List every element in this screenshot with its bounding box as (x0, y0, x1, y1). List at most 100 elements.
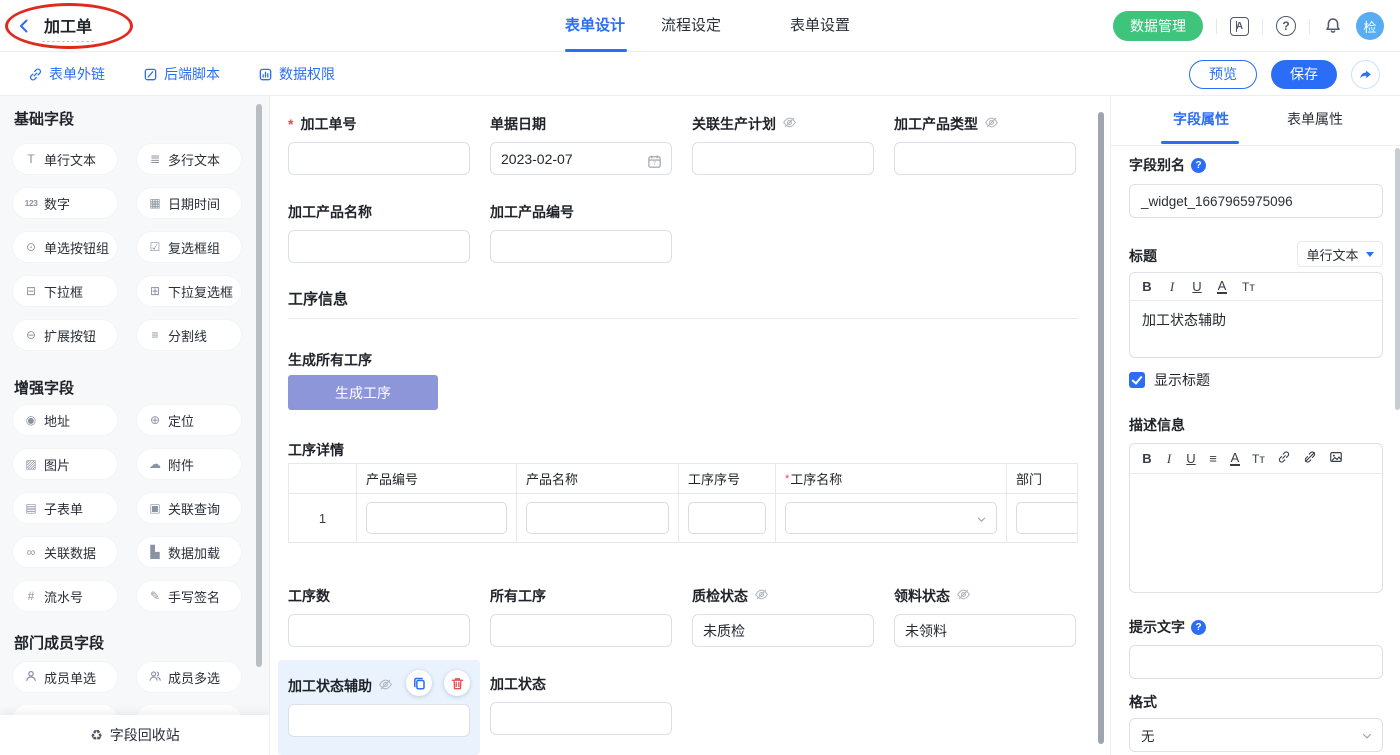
checked-checkbox-icon[interactable] (1129, 372, 1145, 388)
field-linked-data[interactable]: ∞关联数据 (13, 537, 117, 567)
field-widget-process-count[interactable]: 工序数 (288, 586, 470, 647)
process-count-input[interactable] (288, 614, 470, 647)
all-processes-input[interactable] (490, 614, 672, 647)
field-radio-group[interactable]: ⊙单选按钮组 (13, 232, 117, 262)
italic-icon[interactable]: I (1167, 279, 1177, 295)
user-avatar[interactable]: 检 (1356, 12, 1384, 40)
alias-input[interactable]: _widget_1667965975096 (1129, 184, 1383, 218)
field-signature[interactable]: ✎手写签名 (137, 581, 241, 611)
font-size-icon[interactable]: Tт (1242, 280, 1255, 294)
field-serial-number[interactable]: #流水号 (13, 581, 117, 611)
save-button[interactable]: 保存 (1271, 60, 1337, 89)
show-title-option[interactable]: 显示标题 (1129, 370, 1210, 390)
copy-field-button[interactable] (406, 670, 432, 696)
field-divider[interactable]: ≡分割线 (137, 320, 241, 350)
doc-date-input[interactable]: 2023-02-07 7 (490, 142, 672, 175)
cell-product-name-input[interactable] (526, 502, 669, 534)
product-name-input[interactable] (288, 230, 470, 263)
field-attachment[interactable]: ☁附件 (137, 449, 241, 479)
data-manage-button[interactable]: 数据管理 (1113, 11, 1203, 41)
notification-bell-icon[interactable] (1323, 16, 1343, 36)
data-permission-link[interactable]: 数据权限 (258, 64, 335, 84)
field-widget-material-status[interactable]: 领料状态 未领料 (894, 586, 1076, 647)
field-image[interactable]: ▨图片 (13, 449, 117, 479)
cell-process-seq-input[interactable] (688, 502, 766, 534)
italic-icon[interactable]: I (1164, 451, 1174, 467)
underline-icon[interactable]: U (1192, 279, 1202, 294)
field-multi-line-text[interactable]: ≣多行文本 (137, 144, 241, 174)
field-widget-product-no[interactable]: 加工产品编号 (490, 202, 672, 263)
field-widget-qc-status[interactable]: 质检状态 未质检 (692, 586, 874, 647)
tab-form-setting[interactable]: 表单设置 (790, 0, 850, 52)
field-checkbox-group[interactable]: ☑复选框组 (137, 232, 241, 262)
selected-field-widget[interactable]: 加工状态辅助 (278, 660, 480, 755)
cell-department-input[interactable] (1016, 502, 1078, 534)
field-widget-process-status[interactable]: 加工状态 (490, 674, 672, 735)
material-status-input[interactable]: 未领料 (894, 614, 1076, 647)
form-external-link[interactable]: 表单外链 (28, 64, 105, 84)
field-single-line-text[interactable]: T单行文本 (13, 144, 117, 174)
backend-script-link[interactable]: 后端脚本 (143, 64, 220, 84)
font-color-icon[interactable]: A (1217, 279, 1227, 294)
field-recycle-bin[interactable]: ♻ 字段回收站 (0, 715, 270, 755)
delete-field-button[interactable] (444, 670, 470, 696)
underline-icon[interactable]: U (1186, 451, 1196, 466)
field-member-multi[interactable]: 成员多选 (137, 662, 241, 692)
process-status-helper-input[interactable] (288, 704, 470, 737)
share-button[interactable] (1351, 60, 1380, 89)
cell-process-name-select[interactable] (785, 502, 997, 534)
tab-field-properties[interactable]: 字段属性 (1173, 96, 1229, 144)
field-data-load[interactable]: ▙数据加载 (137, 537, 241, 567)
field-datetime[interactable]: ▦日期时间 (137, 188, 241, 218)
panel-scrollbar[interactable] (1395, 148, 1400, 410)
back-icon[interactable] (16, 18, 32, 34)
remove-link-icon[interactable] (1303, 450, 1317, 467)
bold-icon[interactable]: B (1142, 279, 1152, 294)
field-extend-button[interactable]: ⊖扩展按钮 (13, 320, 117, 350)
description-content-textarea[interactable] (1130, 474, 1382, 592)
font-color-icon[interactable]: A (1230, 451, 1240, 466)
help-icon[interactable]: ? (1276, 16, 1296, 36)
field-linked-query[interactable]: ▣关联查询 (137, 493, 241, 523)
product-type-input[interactable] (894, 142, 1076, 175)
field-member-single[interactable]: 成员单选 (13, 662, 117, 692)
field-address[interactable]: ◉地址 (13, 405, 117, 435)
field-multi-dropdown[interactable]: ⊞下拉复选框 (137, 276, 241, 306)
product-no-input[interactable] (490, 230, 672, 263)
tab-form-design[interactable]: 表单设计 (565, 0, 625, 52)
linked-production-plan-input[interactable] (692, 142, 874, 175)
process-order-no-input[interactable] (288, 142, 470, 175)
field-type-select[interactable]: 单行文本 (1297, 241, 1383, 267)
help-icon[interactable]: ? (1191, 620, 1206, 635)
field-dropdown[interactable]: ⊟下拉框 (13, 276, 117, 306)
insert-link-icon[interactable] (1277, 450, 1291, 467)
form-title[interactable]: 加工单 (42, 11, 94, 42)
sidebar-scrollbar[interactable] (256, 104, 262, 667)
field-geolocation[interactable]: ⊕定位 (137, 405, 241, 435)
generate-process-button[interactable]: 生成工序 (288, 375, 438, 410)
canvas-scrollbar[interactable] (1098, 112, 1104, 744)
tab-form-properties[interactable]: 表单属性 (1287, 96, 1343, 144)
process-status-input[interactable] (490, 702, 672, 735)
field-widget-product-type[interactable]: 加工产品类型 (894, 114, 1076, 175)
title-content-textarea[interactable]: 加工状态辅助 (1130, 301, 1382, 339)
field-widget-doc-date[interactable]: 单据日期 2023-02-07 7 (490, 114, 672, 175)
field-widget-product-name[interactable]: 加工产品名称 (288, 202, 470, 263)
bold-icon[interactable]: B (1142, 451, 1152, 466)
field-widget-all-processes[interactable]: 所有工序 (490, 586, 672, 647)
help-icon[interactable]: ? (1191, 158, 1206, 173)
format-select[interactable]: 无 (1129, 718, 1383, 752)
field-widget-linked-production-plan[interactable]: 关联生产计划 (692, 114, 874, 175)
field-number[interactable]: 123数字 (13, 188, 117, 218)
field-widget-process-order-no[interactable]: *加工单号 (288, 114, 470, 175)
field-subform[interactable]: ▤子表单 (13, 493, 117, 523)
qc-status-input[interactable]: 未质检 (692, 614, 874, 647)
tab-flow-setting[interactable]: 流程设定 (661, 0, 721, 52)
address-book-icon[interactable]: A (1230, 17, 1249, 36)
font-size-icon[interactable]: Tт (1252, 452, 1265, 466)
preview-button[interactable]: 预览 (1189, 60, 1257, 89)
cell-product-no-input[interactable] (366, 502, 507, 534)
hint-input[interactable] (1129, 645, 1383, 679)
align-icon[interactable]: ≡ (1208, 451, 1218, 466)
insert-image-icon[interactable] (1329, 450, 1343, 467)
